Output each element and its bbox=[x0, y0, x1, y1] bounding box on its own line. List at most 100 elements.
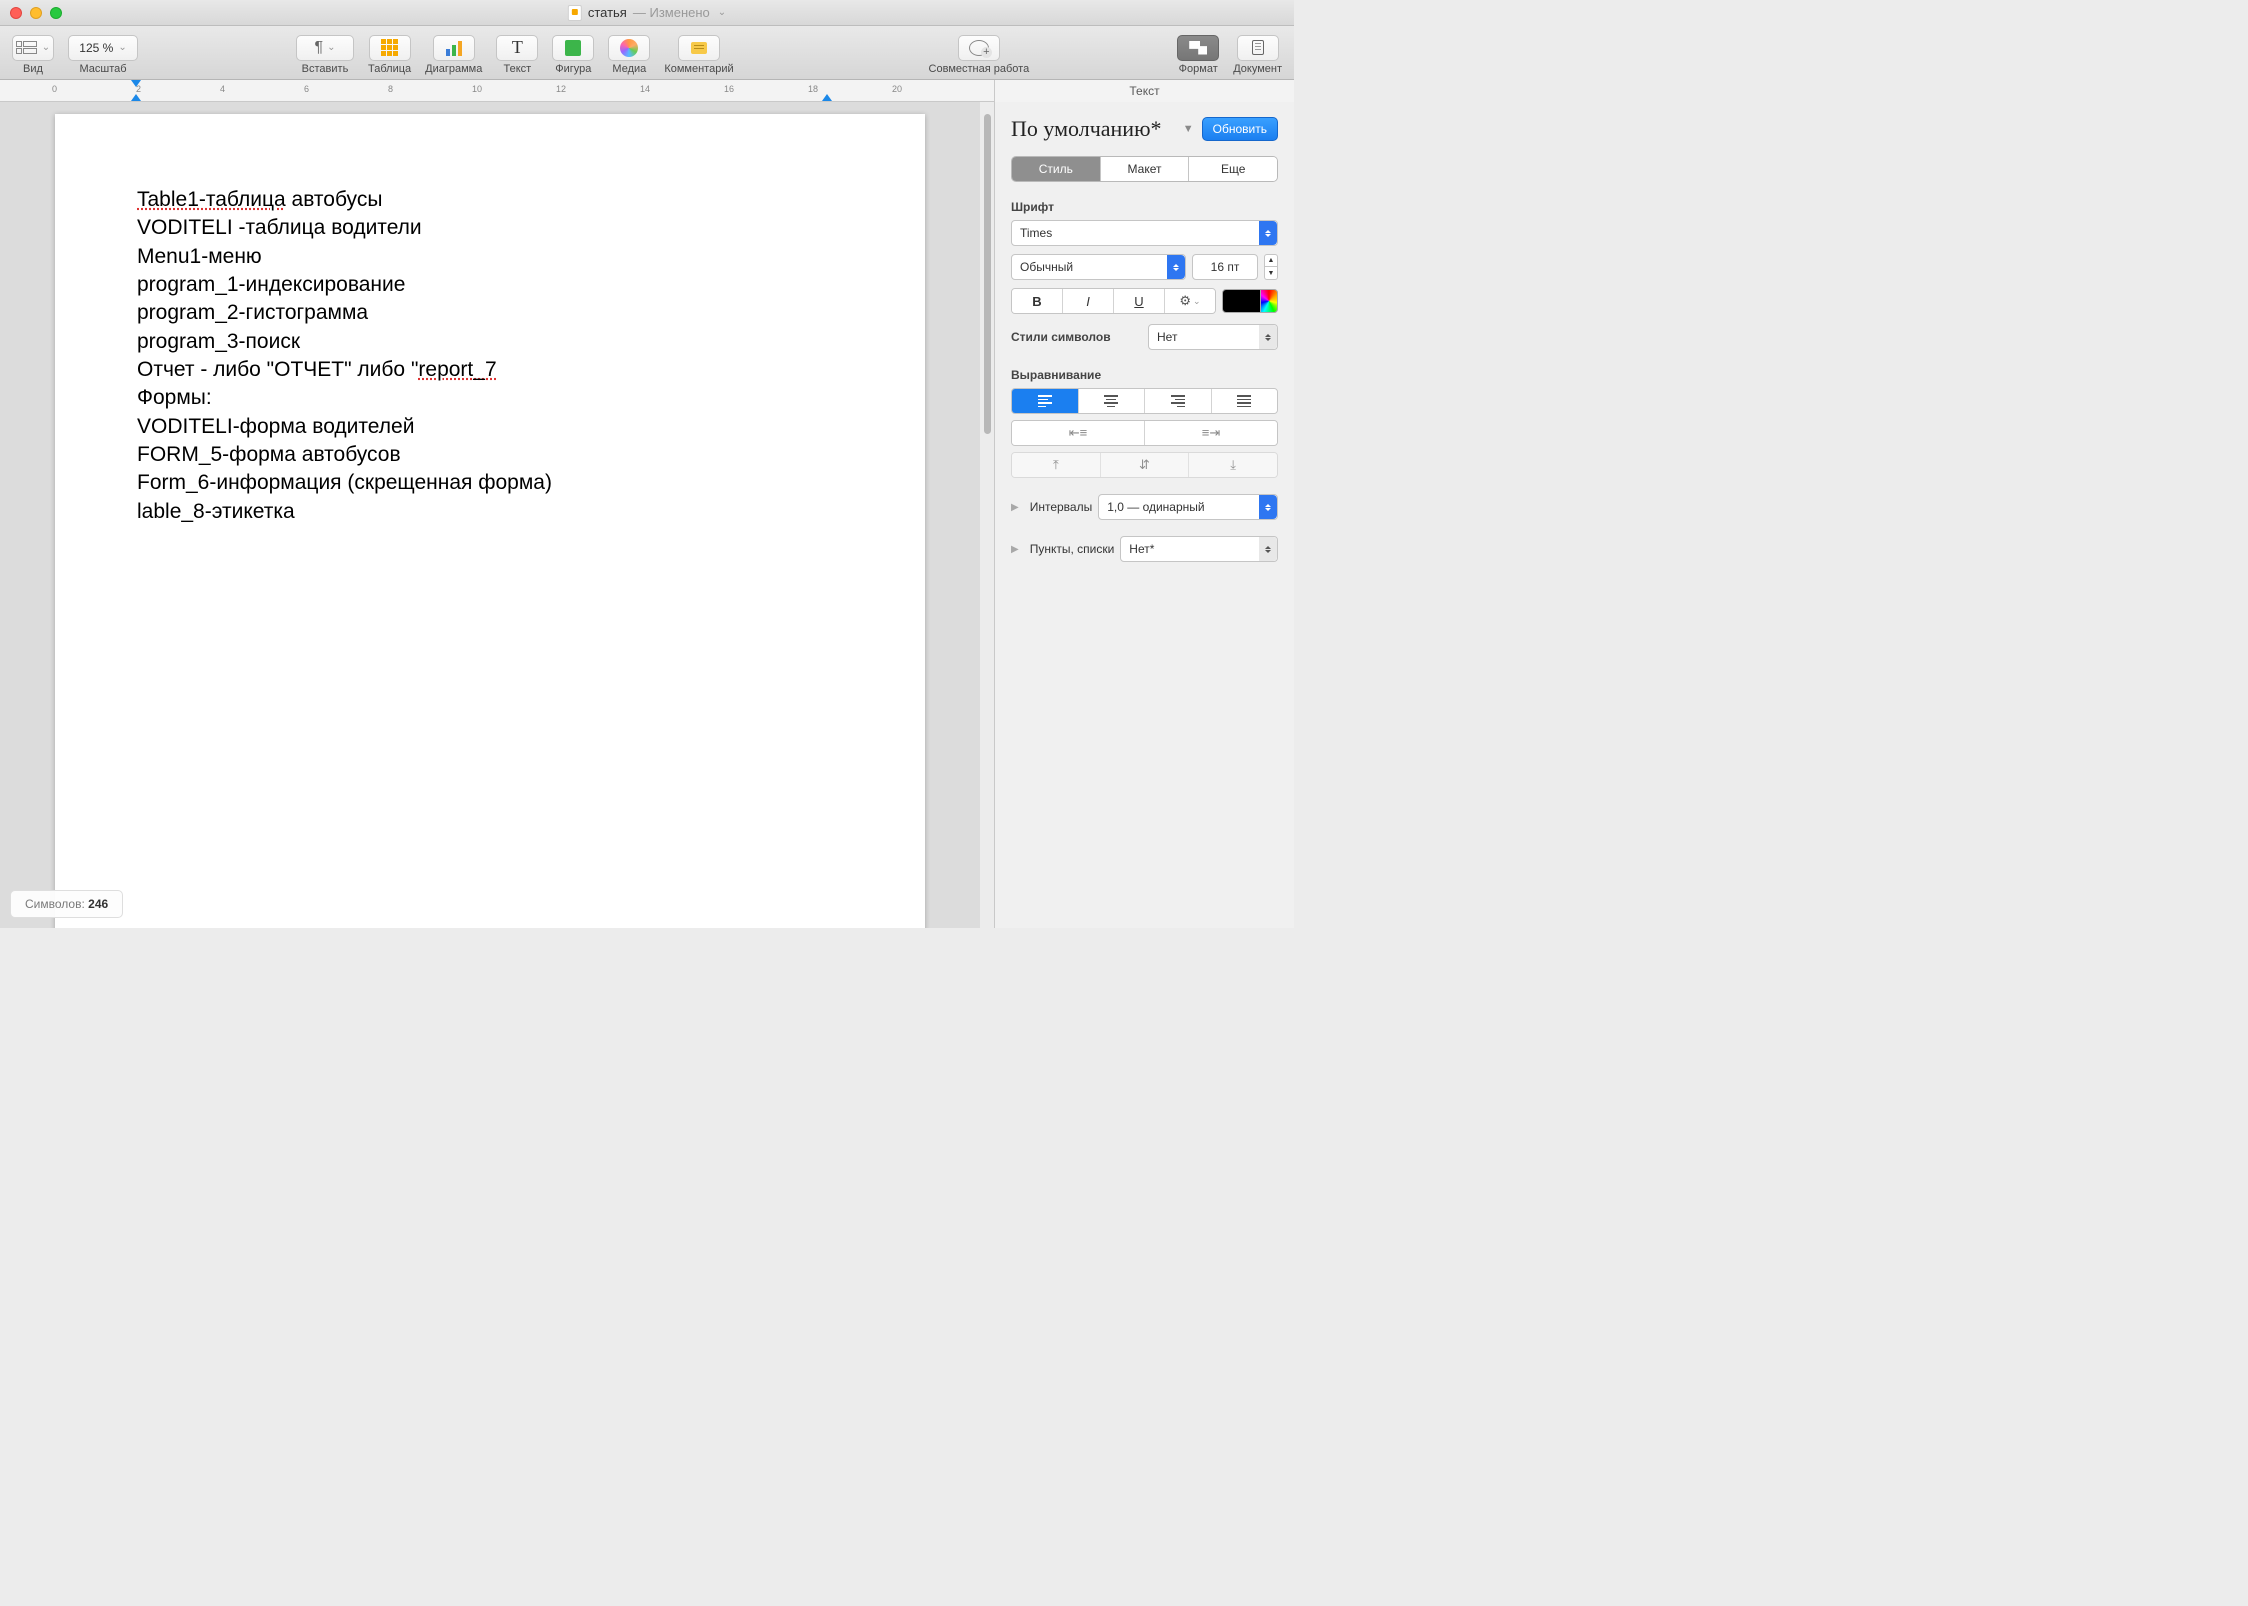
ruler-row: 0 2 4 6 8 10 12 14 16 18 20 Текст bbox=[0, 80, 1294, 102]
zoom-label: Масштаб bbox=[79, 63, 126, 75]
indent-marker-bot-icon[interactable] bbox=[131, 94, 141, 101]
ruler-tick: 20 bbox=[892, 84, 902, 94]
close-icon[interactable] bbox=[10, 7, 22, 19]
lists-select[interactable]: Нет* bbox=[1120, 536, 1278, 562]
text-line[interactable]: Form_6-информация (скрещенная форма) bbox=[137, 469, 843, 497]
bold-button[interactable]: B bbox=[1012, 289, 1062, 313]
font-size-field[interactable]: 16 пт bbox=[1192, 254, 1258, 280]
text-style-segment: B I U ⚙︎⌄ bbox=[1011, 288, 1216, 314]
alignment-label: Выравнивание bbox=[1011, 368, 1278, 382]
valign-bottom-button: ⤓ bbox=[1188, 453, 1277, 477]
page[interactable]: Table1-таблица автобусыVODITELI -таблица… bbox=[55, 114, 925, 928]
text-line[interactable]: FORM_5-форма автобусов bbox=[137, 441, 843, 469]
alignment-segment bbox=[1011, 388, 1278, 414]
text-line[interactable]: Menu1-меню bbox=[137, 243, 843, 271]
tab-style[interactable]: Стиль bbox=[1012, 157, 1100, 181]
char-styles-label: Стили символов bbox=[1011, 330, 1142, 344]
underline-button[interactable]: U bbox=[1113, 289, 1164, 313]
text-line[interactable]: lable_8-этикетка bbox=[137, 498, 843, 526]
vertical-align-segment: ⤒ ⇵ ⤓ bbox=[1011, 452, 1278, 478]
text-line[interactable]: VODITELI-форма водителей bbox=[137, 413, 843, 441]
text-color-swatch[interactable] bbox=[1222, 289, 1278, 313]
tab-layout[interactable]: Макет bbox=[1100, 157, 1189, 181]
chevron-down-icon[interactable]: ▼ bbox=[1183, 123, 1194, 135]
font-style-select[interactable]: Обычный bbox=[1011, 254, 1186, 280]
status-bar: Символов: 246 bbox=[10, 890, 123, 918]
status-label: Символов: bbox=[25, 897, 85, 911]
text-line[interactable]: Table1-таблица автобусы bbox=[137, 186, 843, 214]
font-family-select[interactable]: Times bbox=[1011, 220, 1278, 246]
spacing-select[interactable]: 1,0 — одинарный bbox=[1098, 494, 1278, 520]
disclosure-triangle-icon[interactable]: ▶ bbox=[1011, 502, 1019, 513]
paragraph-style-name[interactable]: По умолчанию* bbox=[1011, 116, 1175, 142]
table-button[interactable]: Таблица bbox=[368, 35, 411, 75]
view-label: Вид bbox=[23, 63, 43, 75]
ruler-tick: 0 bbox=[52, 84, 57, 94]
minimize-icon[interactable] bbox=[30, 7, 42, 19]
outdent-button[interactable]: ⇤≡ bbox=[1012, 421, 1144, 445]
horizontal-ruler[interactable]: 0 2 4 6 8 10 12 14 16 18 20 bbox=[0, 80, 994, 101]
ruler-tick: 18 bbox=[808, 84, 818, 94]
scroll-thumb[interactable] bbox=[984, 114, 991, 434]
align-center-button[interactable] bbox=[1078, 389, 1145, 413]
chart-button[interactable]: Диаграмма bbox=[425, 35, 482, 75]
text-line[interactable]: VODITELI -таблица водители bbox=[137, 214, 843, 242]
update-style-button[interactable]: Обновить bbox=[1202, 117, 1278, 141]
font-section-label: Шрифт bbox=[1011, 200, 1278, 214]
media-button[interactable]: Медиа bbox=[608, 35, 650, 75]
valign-top-button: ⤒ bbox=[1012, 453, 1100, 477]
document-name: статья bbox=[588, 5, 627, 20]
text-line[interactable]: Формы: bbox=[137, 384, 843, 412]
align-right-button[interactable] bbox=[1144, 389, 1211, 413]
main-area: Table1-таблица автобусыVODITELI -таблица… bbox=[0, 102, 1294, 928]
ruler-tick: 16 bbox=[724, 84, 734, 94]
view-button[interactable]: ⌄ Вид bbox=[12, 35, 54, 75]
lists-row[interactable]: ▶ Пункты, списки Нет* bbox=[1011, 536, 1278, 562]
comment-button[interactable]: Комментарий bbox=[664, 35, 733, 75]
spacing-row[interactable]: ▶ Интервалы 1,0 — одинарный bbox=[1011, 494, 1278, 520]
valign-middle-button: ⇵ bbox=[1100, 453, 1189, 477]
indent-segment: ⇤≡ ≡⇥ bbox=[1011, 420, 1278, 446]
zoom-value: 125 % bbox=[79, 41, 113, 55]
insert-button[interactable]: ¶⌄ Вставить bbox=[296, 35, 354, 75]
text-line[interactable]: program_1-индексирование bbox=[137, 271, 843, 299]
align-left-button[interactable] bbox=[1012, 389, 1078, 413]
window-title[interactable]: статья — Изменено ⌄ bbox=[568, 5, 726, 21]
text-line[interactable]: Отчет - либо "ОТЧЕТ" либо "report_7 bbox=[137, 356, 843, 384]
ruler-tick: 14 bbox=[640, 84, 650, 94]
text-line[interactable]: program_3-поиск bbox=[137, 328, 843, 356]
document-canvas[interactable]: Table1-таблица автобусыVODITELI -таблица… bbox=[0, 102, 980, 928]
ruler-tick: 10 bbox=[472, 84, 482, 94]
inspector-title: Текст bbox=[994, 80, 1294, 102]
font-size-stepper[interactable]: ▲▼ bbox=[1264, 254, 1278, 280]
text-line[interactable]: program_2-гистограмма bbox=[137, 299, 843, 327]
shape-button[interactable]: Фигура bbox=[552, 35, 594, 75]
toolbar: ⌄ Вид 125 %⌄ Масштаб ¶⌄ Вставить Таблица… bbox=[0, 26, 1294, 80]
chevron-down-icon: ⌄ bbox=[718, 7, 726, 18]
zoom-button[interactable]: 125 %⌄ Масштаб bbox=[68, 35, 138, 75]
align-justify-button[interactable] bbox=[1211, 389, 1278, 413]
maximize-icon[interactable] bbox=[50, 7, 62, 19]
ruler-tick: 4 bbox=[220, 84, 225, 94]
ruler-tick: 6 bbox=[304, 84, 309, 94]
indent-button[interactable]: ≡⇥ bbox=[1144, 421, 1277, 445]
window-controls bbox=[10, 7, 62, 19]
ruler-tick: 12 bbox=[556, 84, 566, 94]
scrollbar[interactable] bbox=[980, 102, 994, 928]
collaborate-button[interactable]: Совместная работа bbox=[929, 35, 1030, 75]
char-styles-select[interactable]: Нет bbox=[1148, 324, 1278, 350]
text-style-more-button[interactable]: ⚙︎⌄ bbox=[1164, 289, 1215, 313]
italic-button[interactable]: I bbox=[1062, 289, 1113, 313]
inspector-tabs: Стиль Макет Еще bbox=[1011, 156, 1278, 182]
right-margin-marker-icon[interactable] bbox=[822, 94, 832, 101]
tab-more[interactable]: Еще bbox=[1188, 157, 1277, 181]
ruler-tick: 2 bbox=[136, 84, 141, 94]
char-count: 246 bbox=[88, 897, 108, 911]
document-status: — Изменено bbox=[633, 5, 710, 20]
text-button[interactable]: T Текст bbox=[496, 35, 538, 75]
ruler-tick: 8 bbox=[388, 84, 393, 94]
document-button[interactable]: Документ bbox=[1233, 35, 1282, 75]
disclosure-triangle-icon[interactable]: ▶ bbox=[1011, 544, 1019, 555]
document-icon bbox=[568, 5, 582, 21]
format-button[interactable]: Формат bbox=[1177, 35, 1219, 75]
